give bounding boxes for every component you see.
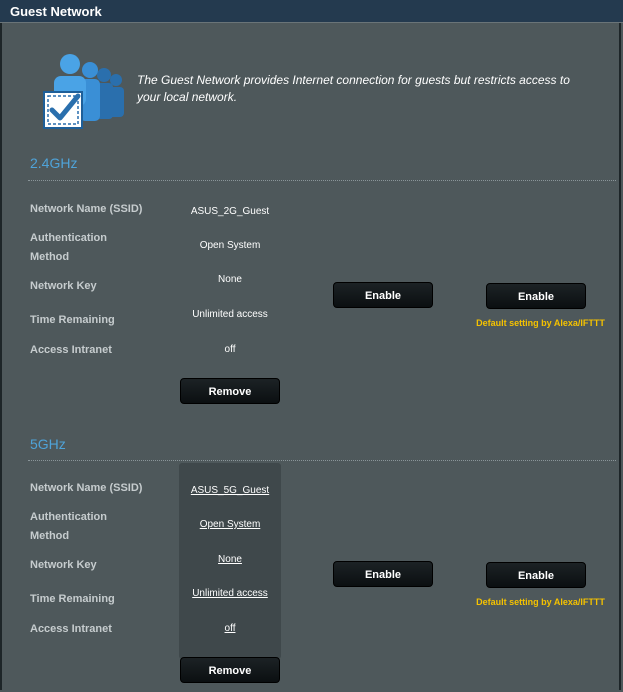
band-5-ssid-link[interactable]: ASUS_5G_Guest — [180, 485, 280, 496]
band-5-key-label: Network Key — [30, 559, 97, 571]
intro-text-line2: your local network. — [137, 90, 238, 104]
title-bar: Guest Network — [0, 0, 623, 23]
band-24-ssid-label: Network Name (SSID) — [30, 203, 143, 215]
intro-text-line1: The Guest Network provides Internet conn… — [137, 73, 570, 87]
band-5-remove-button[interactable]: Remove — [180, 657, 280, 683]
auth-label-line2: Method — [30, 530, 70, 542]
band-5-enable-button-1[interactable]: Enable — [333, 561, 433, 587]
band-5-ssid-label: Network Name (SSID) — [30, 482, 143, 494]
band-24-ssid-value: ASUS_2G_Guest — [190, 206, 270, 217]
auth-label-line1: Authentication — [30, 511, 107, 523]
band-5-intranet-link[interactable]: off — [180, 623, 280, 634]
band-5-auth-link[interactable]: Open System — [180, 519, 280, 530]
band-24-auth-value: Open System — [199, 240, 261, 251]
band-5-time-label: Time Remaining — [30, 593, 115, 605]
auth-label-line2: Method — [30, 251, 70, 263]
band-5-auth-label: Authentication Method — [30, 508, 107, 546]
band-24-remove-button[interactable]: Remove — [180, 378, 280, 404]
auth-label-line1: Authentication — [30, 232, 107, 244]
band-5-default-note: Default setting by Alexa/IFTTT — [476, 597, 605, 607]
band-24-key-label: Network Key — [30, 280, 97, 292]
band-24-time-value: Unlimited access — [192, 309, 268, 320]
band-24-title: 2.4GHz — [30, 155, 78, 171]
band-24-divider — [28, 180, 616, 181]
band-24-auth-label: Authentication Method — [30, 229, 107, 267]
band-24-default-note: Default setting by Alexa/IFTTT — [476, 318, 605, 328]
band-5-enable-button-2[interactable]: Enable — [486, 562, 586, 588]
band-24-intranet-label: Access Intranet — [30, 344, 112, 356]
band-24-key-value: None — [218, 274, 242, 285]
page-title: Guest Network — [10, 4, 102, 19]
band-24-enable-button-2[interactable]: Enable — [486, 283, 586, 309]
band-24-time-label: Time Remaining — [30, 314, 115, 326]
band-24-intranet-value: off — [224, 344, 236, 355]
band-5-key-link[interactable]: None — [180, 554, 280, 565]
intro-text: The Guest Network provides Internet conn… — [137, 72, 577, 106]
band-5-divider — [28, 460, 616, 461]
band-5-title: 5GHz — [30, 436, 66, 452]
band-24-enable-button-1[interactable]: Enable — [333, 282, 433, 308]
band-5-intranet-label: Access Intranet — [30, 623, 112, 635]
guest-users-icon — [43, 54, 124, 129]
band-5-time-link[interactable]: Unlimited access — [180, 588, 280, 599]
